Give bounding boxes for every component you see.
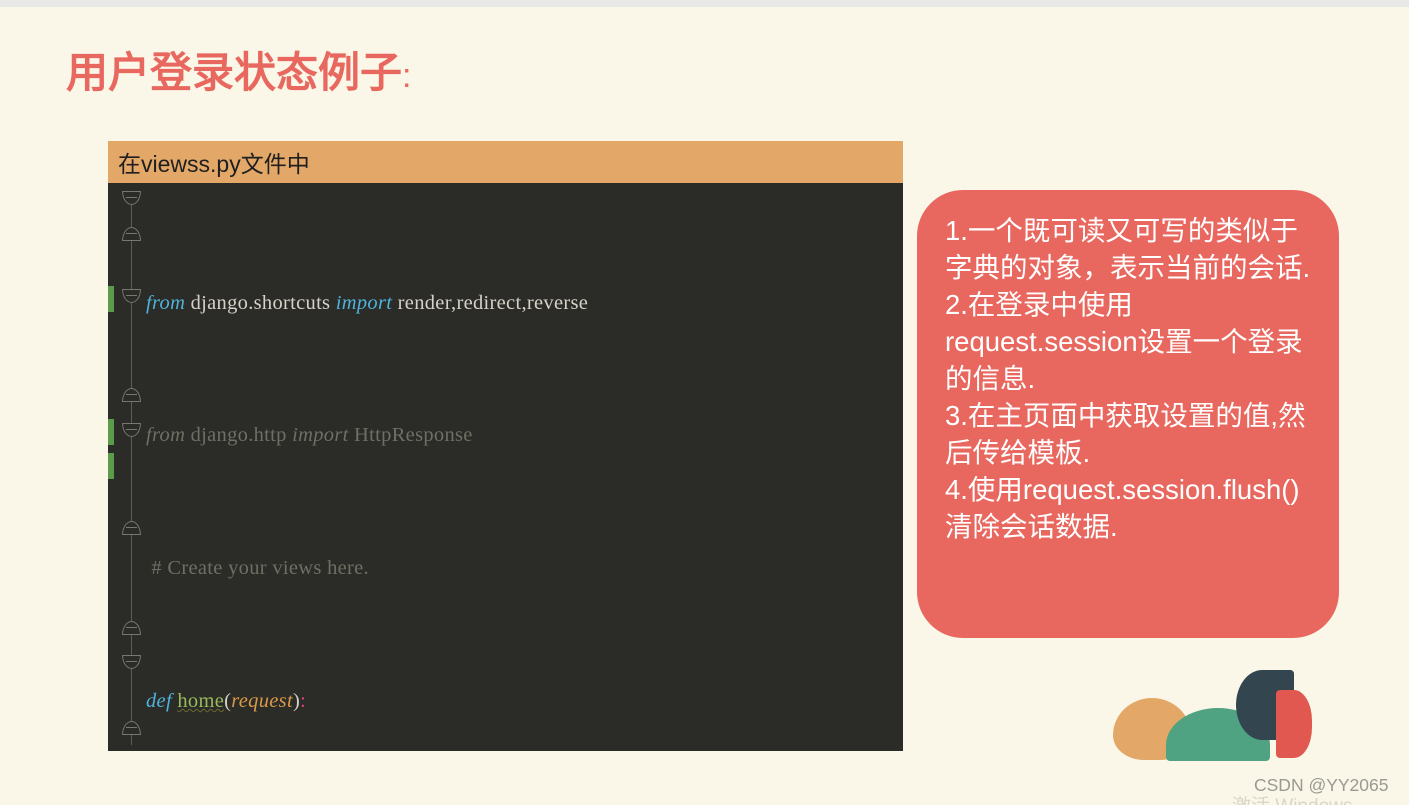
fold-marker-icon[interactable] <box>122 191 141 205</box>
editor-gutter[interactable] <box>108 183 146 751</box>
decorative-shapes <box>1108 660 1318 770</box>
code-card-header: 在viewss.py文件中 <box>108 141 903 183</box>
code-text[interactable]: from django.shortcuts import render,redi… <box>146 183 903 751</box>
code-line[interactable]: # Create your views here. <box>146 552 903 585</box>
fold-marker-icon[interactable] <box>122 388 141 402</box>
fold-marker-icon[interactable] <box>122 423 141 437</box>
fold-marker-icon[interactable] <box>122 721 141 735</box>
fold-marker-icon[interactable] <box>122 655 141 669</box>
page-title: 用户登录状态例子: <box>66 49 412 96</box>
code-line[interactable]: from django.http import HttpResponse <box>146 419 903 452</box>
page-title-colon: : <box>402 57 412 95</box>
decor-red-blob <box>1276 690 1312 758</box>
note-callout-text: 1.一个既可读又可写的类似于字典的对象，表示当前的会话. 2.在登录中使用req… <box>945 215 1311 542</box>
activate-windows-watermark: 激活 Windows <box>1232 791 1352 805</box>
fold-marker-icon[interactable] <box>122 521 141 535</box>
fold-marker-icon[interactable] <box>122 227 141 241</box>
vcs-change-bar[interactable] <box>108 419 114 445</box>
code-line[interactable]: def home(request): <box>146 685 903 718</box>
code-line[interactable]: from django.shortcuts import render,redi… <box>146 287 903 320</box>
code-card: 在viewss.py文件中 from django.shortcuts impo… <box>108 141 903 751</box>
code-card-header-label: 在viewss.py文件中 <box>118 151 310 177</box>
code-editor[interactable]: from django.shortcuts import render,redi… <box>108 183 903 751</box>
top-edge-strip <box>0 0 1409 7</box>
vcs-change-bar[interactable] <box>108 453 114 479</box>
vcs-change-bar[interactable] <box>108 286 114 312</box>
fold-marker-icon[interactable] <box>122 289 141 303</box>
note-callout-box: 1.一个既可读又可写的类似于字典的对象，表示当前的会话. 2.在登录中使用req… <box>917 190 1339 638</box>
page-title-text: 用户登录状态例子 <box>66 49 403 96</box>
fold-marker-icon[interactable] <box>122 621 141 635</box>
